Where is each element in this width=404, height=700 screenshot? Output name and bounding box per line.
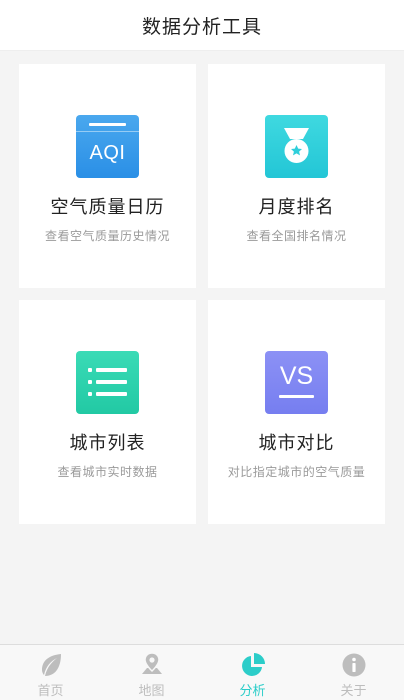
- tab-home[interactable]: 首页: [0, 645, 101, 700]
- tab-label: 地图: [138, 684, 165, 699]
- tab-label: 关于: [340, 684, 367, 699]
- header-bar: 数据分析工具: [0, 0, 404, 51]
- card-monthly-ranking[interactable]: 月度排名 查看全国排名情况: [208, 64, 385, 288]
- info-icon: [341, 652, 367, 678]
- card-title: 空气质量日历: [50, 197, 165, 218]
- vs-compare-icon: VS: [265, 351, 328, 414]
- pie-chart-icon: [240, 652, 266, 678]
- list-icon: [76, 351, 139, 414]
- card-city-compare[interactable]: VS 城市对比 对比指定城市的空气质量: [208, 300, 385, 524]
- card-city-list[interactable]: 城市列表 查看城市实时数据: [19, 300, 196, 524]
- tab-map[interactable]: 地图: [101, 645, 202, 700]
- tab-label: 分析: [239, 684, 266, 699]
- aqi-calendar-icon: AQI: [76, 115, 139, 178]
- page-title: 数据分析工具: [141, 15, 262, 38]
- tab-analysis[interactable]: 分析: [202, 645, 303, 700]
- card-subtitle: 查看城市实时数据: [57, 465, 158, 479]
- tab-label: 首页: [37, 684, 64, 699]
- card-aqi-calendar[interactable]: AQI 空气质量日历 查看空气质量历史情况: [19, 64, 196, 288]
- card-subtitle: 对比指定城市的空气质量: [227, 465, 366, 479]
- bottom-tab-bar: 首页 地图 分析 关于: [0, 644, 404, 700]
- card-title: 月度排名: [258, 197, 335, 218]
- map-pin-icon: [139, 652, 165, 678]
- card-subtitle: 查看空气质量历史情况: [44, 229, 170, 243]
- tab-about[interactable]: 关于: [303, 645, 404, 700]
- medal-icon: [265, 115, 328, 178]
- card-subtitle: 查看全国排名情况: [246, 229, 347, 243]
- card-title: 城市列表: [69, 433, 146, 454]
- leaf-icon: [38, 652, 64, 678]
- card-title: 城市对比: [258, 433, 335, 454]
